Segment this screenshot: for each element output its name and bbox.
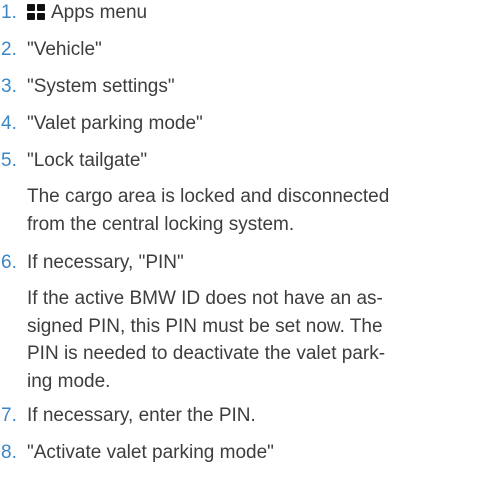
step-number: 3. xyxy=(1,76,17,97)
step-number: 2. xyxy=(1,39,17,60)
step-number: 1. xyxy=(1,2,17,23)
step-number: 8. xyxy=(1,442,17,463)
step-text: If necessary, enter the PIN. xyxy=(27,405,256,426)
note-line: signed PIN, this PIN must be set now. Th… xyxy=(27,315,383,337)
step-note: If the active BMW ID does not have an as… xyxy=(27,285,482,395)
step-number: 7. xyxy=(1,405,17,426)
step-text: "System settings" xyxy=(27,76,175,97)
note-line: from the central locking system. xyxy=(27,213,295,235)
step-note: The cargo area is locked and disconnecte… xyxy=(27,183,482,238)
step-number: 6. xyxy=(1,252,17,273)
step-text: "Vehicle" xyxy=(27,39,102,60)
note-line: The cargo area is locked and disconnecte… xyxy=(27,186,390,207)
apps-grid-icon xyxy=(27,4,45,20)
note-line: PIN is needed to deactivate the valet pa… xyxy=(27,343,386,364)
step-text: Apps menu xyxy=(51,2,148,23)
step-text: "Valet parking mode" xyxy=(27,113,203,134)
step-text: If necessary, "PIN" xyxy=(27,252,184,273)
step-text-wrapper: Apps menu xyxy=(27,0,147,26)
step-number: 4. xyxy=(1,113,17,134)
instruction-steps: 1. Apps menu 2. "Vehicle" 3. "System set… xyxy=(0,0,483,486)
step-number: 5. xyxy=(1,150,17,171)
note-line: ing mode. xyxy=(27,370,111,392)
note-line: If the active BMW ID does not have an as… xyxy=(27,288,383,309)
step-text: "Lock tailgate" xyxy=(27,150,148,171)
step-text: "Activate valet parking mode" xyxy=(27,442,274,463)
